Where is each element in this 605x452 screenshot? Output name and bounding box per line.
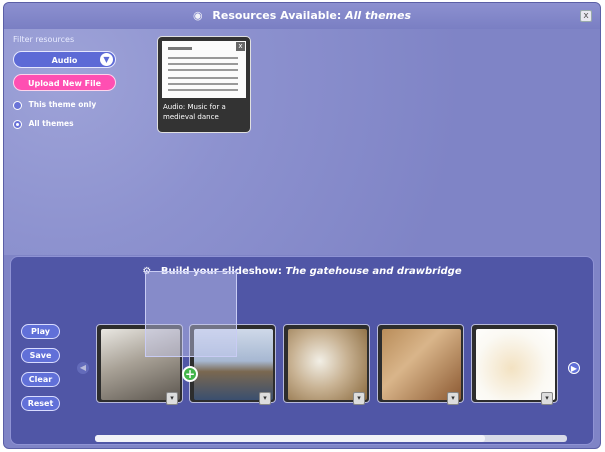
save-button[interactable]: Save	[21, 348, 60, 363]
model-plans-image	[288, 329, 367, 400]
remove-resource-icon[interactable]: x	[236, 42, 245, 51]
slideshow-panel: ⚙ Build your slideshow: The gatehouse an…	[10, 256, 594, 445]
scroll-left-arrow-icon[interactable]: ◀	[77, 362, 89, 374]
slideshow-title: ⚙ Build your slideshow: The gatehouse an…	[11, 266, 593, 277]
finished-model-image	[476, 329, 555, 400]
slide-model-plans[interactable]: ▾	[283, 324, 370, 405]
slide-cardboard-model[interactable]: ▾	[377, 324, 464, 405]
play-button[interactable]: Play	[21, 324, 60, 339]
radio-label: All themes	[28, 119, 74, 128]
trash-icon[interactable]: ▾	[541, 392, 553, 405]
sheet-music-thumbnail	[162, 41, 246, 98]
trash-icon[interactable]: ▾	[447, 392, 459, 405]
scroll-right-arrow-icon[interactable]: ▶	[568, 362, 580, 374]
resource-type-value: Audio	[51, 56, 78, 65]
eye-icon: ◉	[192, 9, 203, 22]
clear-button[interactable]: Clear	[21, 372, 60, 387]
horizontal-scrollbar[interactable]	[95, 435, 567, 442]
add-icon[interactable]: +	[182, 366, 198, 382]
trash-icon[interactable]: ▾	[259, 392, 271, 405]
filter-label: Filter resources	[13, 35, 75, 44]
slideshow-name: The gatehouse and drawbridge	[285, 266, 462, 277]
slide-finished-model[interactable]: ▾	[471, 324, 558, 405]
chevron-down-icon: ▼	[100, 53, 113, 66]
drag-placeholder	[145, 271, 237, 357]
radio-icon	[13, 100, 22, 110]
close-icon[interactable]: x	[580, 10, 592, 22]
radio-all-themes[interactable]: All themes	[13, 119, 74, 129]
resource-card[interactable]: x Audio: Music for a medieval dance	[157, 36, 251, 133]
title-theme: All themes	[345, 9, 412, 22]
resource-caption: Audio: Music for a medieval dance	[163, 103, 226, 121]
trash-icon[interactable]: ▾	[166, 392, 178, 405]
upload-new-file-button[interactable]: Upload New File	[13, 74, 116, 91]
resource-window: ◉ Resources Available: All themes x Filt…	[3, 2, 601, 449]
title-bar: ◉ Resources Available: All themes x	[4, 3, 600, 29]
resources-panel: Filter resources Audio ▼ Upload New File…	[4, 29, 600, 255]
radio-this-theme[interactable]: This theme only	[13, 100, 96, 110]
cardboard-model-image	[382, 329, 461, 400]
resource-type-dropdown[interactable]: Audio ▼	[13, 51, 116, 68]
radio-selected-icon	[13, 119, 22, 129]
radio-label: This theme only	[28, 100, 97, 109]
title-prefix: Resources Available:	[212, 9, 342, 22]
reset-button[interactable]: Reset	[21, 396, 60, 411]
window-title: ◉ Resources Available: All themes	[4, 3, 600, 29]
scrollbar-thumb[interactable]	[95, 435, 485, 442]
trash-icon[interactable]: ▾	[353, 392, 365, 405]
